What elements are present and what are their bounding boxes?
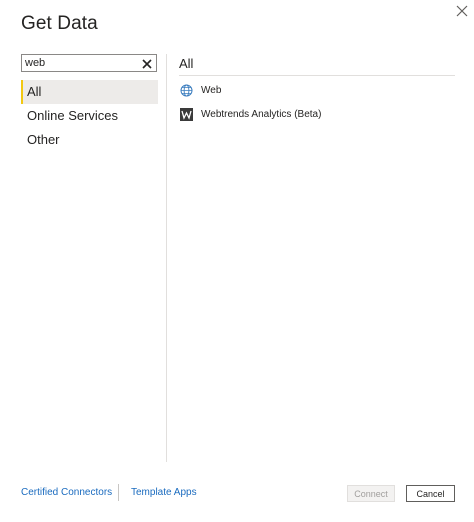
certified-connectors-link[interactable]: Certified Connectors xyxy=(21,487,112,498)
result-label: Web xyxy=(201,84,222,96)
clear-icon xyxy=(142,59,152,69)
results-list: Web Webtrends Analytics (Beta) xyxy=(179,78,455,126)
close-button[interactable] xyxy=(452,1,472,21)
cancel-button[interactable]: Cancel xyxy=(406,485,455,502)
result-label: Webtrends Analytics (Beta) xyxy=(201,108,322,120)
results-header: All xyxy=(179,56,455,76)
category-other[interactable]: Other xyxy=(21,128,158,152)
search-box xyxy=(21,54,157,72)
dialog-title: Get Data xyxy=(21,13,98,34)
category-all[interactable]: All xyxy=(21,80,158,104)
category-online-services[interactable]: Online Services xyxy=(21,104,158,128)
webtrends-logo-icon xyxy=(179,107,193,121)
footer-divider xyxy=(118,484,119,501)
template-apps-link[interactable]: Template Apps xyxy=(131,487,197,498)
result-item-webtrends[interactable]: Webtrends Analytics (Beta) xyxy=(179,102,455,126)
result-item-web[interactable]: Web xyxy=(179,78,455,102)
search-clear-button[interactable] xyxy=(141,57,153,69)
category-list: All Online Services Other xyxy=(21,80,158,152)
connect-button[interactable]: Connect xyxy=(347,485,395,502)
get-data-dialog: Get Data All Online Services Other All W… xyxy=(0,0,474,522)
globe-icon xyxy=(179,83,193,97)
close-icon xyxy=(456,5,468,17)
search-input[interactable] xyxy=(25,55,135,71)
vertical-divider xyxy=(166,54,167,462)
